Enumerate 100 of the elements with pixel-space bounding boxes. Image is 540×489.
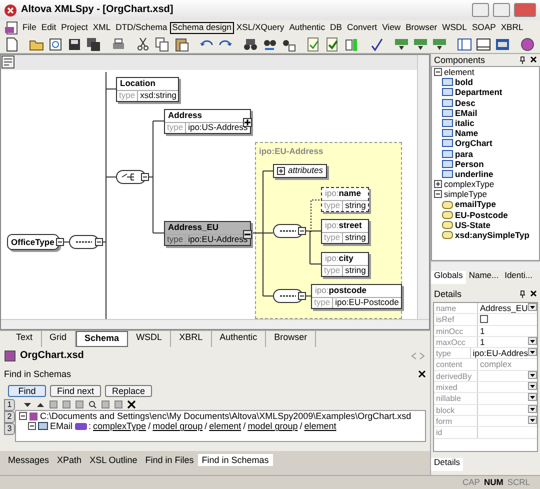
path-link[interactable]: element [209, 421, 242, 432]
maximize-button[interactable] [493, 3, 510, 17]
tree-item[interactable]: Person [455, 158, 484, 169]
property-field[interactable]: ipo:EU-Addres [472, 348, 528, 358]
menu-item[interactable]: WSDL [440, 22, 470, 34]
output-tab[interactable]: XPath [53, 454, 86, 466]
view-tab[interactable]: Schema [76, 331, 128, 347]
side-tab[interactable]: 2 [4, 411, 15, 423]
menu-item[interactable]: Browser [403, 22, 440, 34]
result-element-name[interactable]: EMail [50, 421, 73, 432]
collapse-icon[interactable] [95, 238, 103, 246]
split-bar-icon[interactable] [344, 37, 359, 52]
tree-item[interactable]: EMail [455, 108, 478, 118]
panel-tab[interactable]: Identi... [502, 271, 536, 284]
menu-item[interactable]: File [20, 22, 39, 34]
tree-item[interactable]: para [455, 148, 473, 159]
output-tab[interactable]: Find in Files [141, 454, 198, 466]
tree-item[interactable]: complexType [444, 179, 494, 190]
print-icon[interactable] [111, 37, 126, 52]
minimize-button[interactable] [472, 3, 489, 17]
element-node[interactable]: ipo:street type string [321, 219, 369, 244]
collapse-icon[interactable] [434, 68, 442, 76]
tree-item[interactable]: italic [455, 118, 474, 128]
element-node[interactable]: ipo:name type string [321, 187, 369, 212]
diagram-toggle-icon[interactable] [1, 55, 15, 69]
scissors-icon[interactable] [136, 37, 151, 52]
tree-item[interactable]: simpleType [444, 189, 487, 200]
arrow-down-icon[interactable] [413, 37, 428, 52]
tree-item[interactable]: xsd:anySimpleTyp [455, 230, 530, 240]
down-arrow-icon[interactable] [23, 400, 32, 409]
binoculars-icon[interactable] [243, 37, 258, 52]
panel-tab[interactable]: Details [431, 458, 463, 471]
dropdown-arrow-icon[interactable] [528, 382, 537, 390]
validate-icon[interactable] [325, 37, 340, 52]
dropdown-arrow-icon[interactable] [528, 370, 537, 379]
attributes-node[interactable]: attributes [273, 164, 327, 178]
arrow-down-icon[interactable] [432, 37, 447, 52]
output-tab[interactable]: Find in Schemas [198, 454, 273, 466]
menu-item[interactable]: DB [328, 22, 344, 34]
dropdown-arrow-icon[interactable] [528, 303, 537, 311]
vertical-scrollbar[interactable] [417, 55, 429, 319]
collapse-icon[interactable] [141, 173, 149, 181]
tree-item[interactable]: Desc [455, 98, 476, 108]
horizontal-scrollbar[interactable] [1, 319, 429, 329]
property-field[interactable]: Address_EU [480, 303, 528, 314]
sequence-compositor[interactable] [69, 235, 99, 249]
dropdown-arrow-icon[interactable] [528, 404, 537, 413]
copy-icon[interactable] [155, 37, 170, 52]
save-icon[interactable] [67, 37, 82, 52]
close-icon[interactable] [530, 290, 537, 297]
database-icon[interactable] [495, 37, 510, 52]
tree-item[interactable]: Name [455, 128, 478, 138]
menu-item[interactable]: Schema design [170, 22, 234, 34]
window-icon[interactable] [476, 37, 491, 52]
collapse-icon[interactable] [298, 292, 306, 300]
tree-item[interactable]: Department [455, 87, 502, 98]
pin-icon[interactable] [519, 290, 526, 298]
collapse-icon[interactable] [28, 422, 36, 430]
horizontal-scrollbar[interactable] [431, 261, 540, 271]
element-node[interactable]: ipo:postcode type ipo:EU-Postcode [311, 284, 402, 309]
panel-layout-icon[interactable] [457, 37, 472, 52]
output-tab[interactable]: XSL Outline [86, 454, 142, 466]
dropdown-arrow-icon[interactable] [528, 393, 537, 402]
choice-compositor[interactable] [116, 170, 146, 184]
expand-icon[interactable] [434, 180, 442, 188]
element-node[interactable]: Address type ipo:US-Address [164, 109, 251, 134]
paste-icon[interactable] [174, 37, 189, 52]
element-node[interactable]: ipo:city type string [321, 252, 369, 277]
dropdown-arrow-icon[interactable] [528, 416, 537, 424]
close-icon[interactable] [530, 56, 537, 63]
tree-item[interactable]: underline [455, 168, 494, 180]
collapse-icon[interactable] [56, 238, 64, 246]
menu-item[interactable]: XSL/XQuery [234, 22, 287, 34]
dropdown-arrow-icon[interactable] [528, 348, 537, 356]
menu-item[interactable]: Authentic [286, 22, 328, 34]
spellcheck-icon[interactable] [369, 37, 384, 52]
find-button[interactable]: Find [8, 385, 46, 397]
menu-item[interactable]: Edit [38, 22, 59, 34]
refresh-icon[interactable] [48, 37, 63, 52]
path-link[interactable]: element [304, 421, 336, 432]
arrow-down-icon[interactable] [394, 37, 409, 52]
side-tab[interactable]: 1 [4, 399, 15, 411]
root-element-node[interactable]: OfficeType [7, 234, 59, 250]
checkbox[interactable] [480, 315, 488, 324]
path-link[interactable]: model group [152, 421, 203, 432]
close-icon[interactable] [418, 370, 426, 378]
panel-tab[interactable]: Globals [431, 271, 466, 284]
panel-tab[interactable]: Name... [466, 271, 502, 284]
menu-item[interactable]: View [380, 22, 404, 34]
expand-icon[interactable] [277, 166, 285, 175]
menu-item[interactable]: XML [90, 22, 114, 34]
find-button[interactable]: Find next [50, 385, 102, 397]
tree-item[interactable]: element [444, 67, 474, 78]
menu-item[interactable]: Convert [344, 22, 380, 34]
check-document-icon[interactable] [306, 37, 321, 52]
dropdown-arrow-icon[interactable] [528, 336, 537, 345]
find-button[interactable]: Replace [105, 385, 152, 397]
menu-item[interactable]: SOAP [469, 22, 498, 34]
tree-item[interactable]: US-State [455, 220, 490, 230]
magnifier-icon[interactable] [88, 400, 97, 409]
